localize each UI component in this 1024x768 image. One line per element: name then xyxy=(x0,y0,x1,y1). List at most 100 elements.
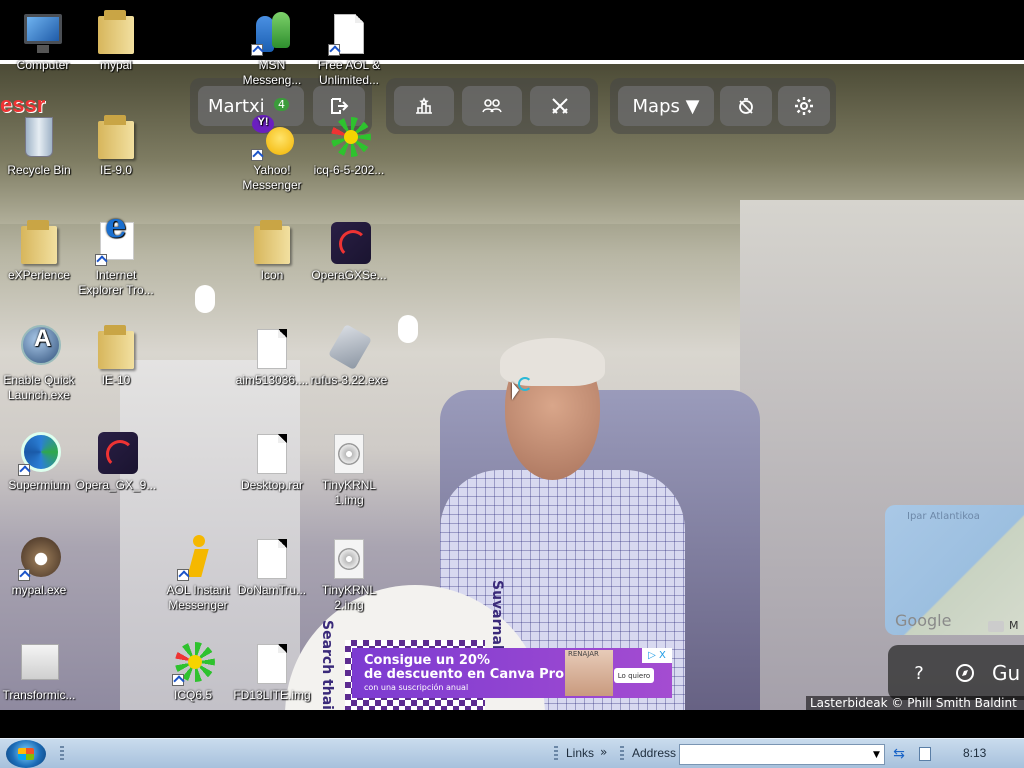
desktop-icon-label: ICQ6.5 xyxy=(173,688,212,702)
minimap[interactable]: Ipar Atlantikoa Google M xyxy=(885,505,1024,635)
desktop-icon-label: mypal xyxy=(99,58,132,72)
ad-thumbnail-label: RENAJAR xyxy=(568,650,599,658)
guess-button[interactable]: Gu xyxy=(992,653,1024,693)
desktop-icon[interactable]: TinyKRNL 1.img xyxy=(306,428,392,508)
desktop-icon[interactable]: Desktop.rar xyxy=(229,428,315,493)
address-grip[interactable] xyxy=(620,746,624,762)
taskbar-grip[interactable] xyxy=(60,746,64,762)
ad-line-3: con una suscripción anual xyxy=(364,683,469,692)
ad-line-2: de descuento en Canva Pro xyxy=(364,667,565,682)
folder-icon xyxy=(92,113,140,161)
document-icon-graphic xyxy=(257,644,287,684)
desktop-icon[interactable]: Enable Quick Launch.exe xyxy=(0,323,82,403)
settings-icon xyxy=(795,97,813,115)
document-icon xyxy=(325,8,373,56)
desktop-icon-label: FD13LITE.img xyxy=(233,688,311,702)
desktop-icon[interactable]: Transformic... xyxy=(0,638,82,703)
recycle-bin-icon xyxy=(15,113,63,161)
start-button[interactable] xyxy=(6,740,46,768)
address-input[interactable] xyxy=(679,744,885,765)
go-button[interactable]: ⇆ xyxy=(889,744,909,764)
desktop-icon-label: eXPerience xyxy=(7,268,71,282)
desktop-icon[interactable]: IE-9.0 xyxy=(73,113,159,178)
attribution-text: Lasterbideak © Phill Smith Baldint xyxy=(810,696,1017,710)
transformic-icon xyxy=(15,638,63,686)
desktop-icon[interactable]: rufus-3.22.exe xyxy=(306,323,392,388)
aim-icon xyxy=(174,533,222,581)
timer-button[interactable] xyxy=(720,86,772,126)
tray-document-icon[interactable] xyxy=(919,747,931,761)
system-clock[interactable]: 8:13 xyxy=(963,746,986,760)
duel-button[interactable] xyxy=(530,86,590,126)
desktop-icon[interactable]: TinyKRNL 2.img xyxy=(306,533,392,613)
links-toolbar-label[interactable]: Links xyxy=(566,746,594,760)
minimap-corner-label: M xyxy=(1009,619,1019,632)
desktop-icon[interactable]: DoNamTru... xyxy=(229,533,315,598)
desktop-icon-label: Desktop.rar xyxy=(240,478,304,492)
desktop-icon-label: Enable Quick Launch.exe xyxy=(3,373,75,402)
disc-image-icon-graphic xyxy=(334,434,364,474)
ad-close-button[interactable]: ▷ X xyxy=(642,648,672,663)
msn-messenger-icon xyxy=(248,8,296,56)
desktop-icon[interactable]: Yahoo! Messenger xyxy=(229,113,315,193)
quick-launch-icon xyxy=(15,323,63,371)
opera-gx-icon-graphic xyxy=(98,432,138,474)
quick-launch-icon-graphic xyxy=(21,325,61,365)
desktop-icon[interactable]: aim513036.... xyxy=(229,323,315,388)
shortcut-arrow-icon xyxy=(95,254,107,266)
google-logo: Google xyxy=(895,611,952,630)
shortcut-arrow-icon xyxy=(177,569,189,581)
ad-cta-button[interactable]: Lo quiero xyxy=(614,668,654,683)
document-icon xyxy=(248,638,296,686)
yahoo-messenger-icon xyxy=(248,113,296,161)
desktop-icon[interactable]: icq-6-5-202... xyxy=(306,113,392,178)
help-button[interactable]: ? xyxy=(900,653,938,693)
desktop-icon[interactable]: Opera_GX_9... xyxy=(73,428,159,493)
desktop-icon[interactable]: mypal.exe xyxy=(0,533,82,598)
desktop-icon-label: Internet Explorer Tro... xyxy=(78,268,154,297)
desktop-icon-label: IE-10 xyxy=(101,373,131,387)
desktop-icon[interactable]: OperaGXSe... xyxy=(306,218,392,283)
desktop-icon-label: icq-6-5-202... xyxy=(313,163,385,177)
desktop-icon[interactable]: Free AOL & Unlimited... xyxy=(306,8,392,88)
mypal-icon xyxy=(15,533,63,581)
aim-icon-graphic xyxy=(188,535,210,579)
opera-gx-icon xyxy=(92,428,140,476)
settings-button[interactable] xyxy=(778,86,830,126)
folder-icon-graphic xyxy=(98,325,134,369)
desktop-icon[interactable]: IE-10 xyxy=(73,323,159,388)
desktop-icon[interactable]: MSN Messeng... xyxy=(229,8,315,88)
desktop-icon[interactable]: Internet Explorer Tro... xyxy=(73,218,159,298)
desktop-icon[interactable]: eXPerience xyxy=(0,218,82,283)
folder-icon xyxy=(92,323,140,371)
keyboard-icon[interactable] xyxy=(988,621,1004,632)
desktop-icon-label: Free AOL & Unlimited... xyxy=(317,58,381,87)
leaderboard-button[interactable] xyxy=(394,86,454,126)
desktop-icon[interactable]: Supermium xyxy=(0,428,82,493)
desktop-icon[interactable]: FD13LITE.img xyxy=(229,638,315,703)
desktop-icon[interactable]: Recycle Bin xyxy=(0,113,82,178)
address-dropdown-icon[interactable]: ▼ xyxy=(869,745,884,764)
links-grip[interactable] xyxy=(554,746,558,762)
desktop-icon-label: Yahoo! Messenger xyxy=(242,163,302,192)
ad-banner[interactable]: Consigue un 20% de descuento en Canva Pr… xyxy=(352,648,672,698)
desktop-icon[interactable]: mypal xyxy=(73,8,159,73)
desktop-icon[interactable]: Icon xyxy=(229,218,315,283)
loading-spinner-icon xyxy=(518,377,532,391)
icq-installer-icon xyxy=(325,113,373,161)
icq-icon xyxy=(169,638,217,686)
folder-icon-graphic xyxy=(254,220,290,264)
rufus-icon-graphic xyxy=(328,323,372,371)
party-button[interactable] xyxy=(462,86,522,126)
sign-text-left: Search thaib xyxy=(319,620,335,710)
desktop-icon-label: TinyKRNL 1.img xyxy=(321,478,377,507)
desktop-icon-label: TinyKRNL 2.img xyxy=(321,583,377,612)
compass-button[interactable] xyxy=(946,653,984,693)
desktop-icon[interactable]: ICQ6.5 xyxy=(150,638,236,703)
links-chevron-icon[interactable]: » xyxy=(600,745,607,759)
desktop-icon-label: OperaGXSe... xyxy=(311,268,387,282)
disc-image-icon xyxy=(325,533,373,581)
maps-dropdown[interactable]: Maps ▼ xyxy=(618,86,714,126)
desktop-icon-label: mypal.exe xyxy=(11,583,67,597)
document-icon-graphic xyxy=(257,434,287,474)
